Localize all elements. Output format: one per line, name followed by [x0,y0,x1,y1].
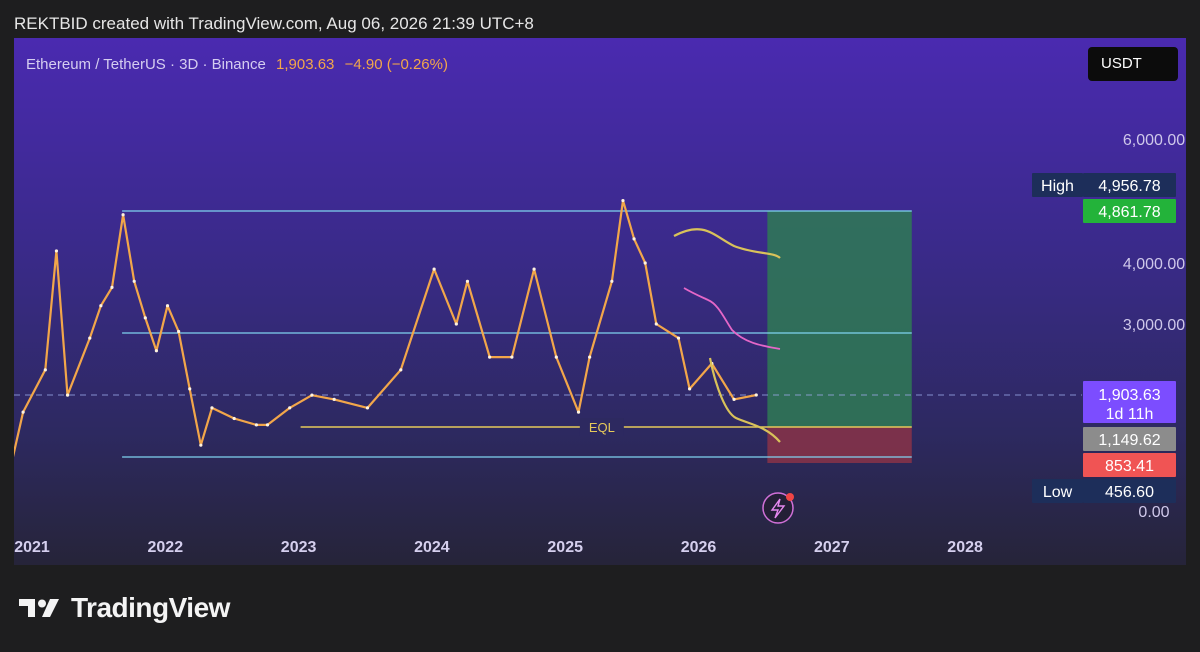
price-point [188,387,192,391]
price-point [465,279,470,283]
high-label-tag: High [1041,178,1074,195]
price-point [610,279,614,283]
price-point [54,249,59,253]
price-point [399,368,403,372]
price-point [754,393,758,397]
last-price: 1,903.63 [276,56,335,73]
symbol-header: Ethereum / TetherUS · 3D · Binance 1,903… [26,56,448,73]
price-point [177,329,181,334]
price-point [254,423,258,427]
price-change: −4.90 (−0.26%) [344,56,448,73]
chart-attribution: REKTBID created with TradingView.com, Au… [14,14,534,33]
price-point [143,316,147,320]
price-series[interactable] [14,199,757,462]
price-point [88,336,92,340]
price-point [654,322,658,326]
x-tick-label: 2028 [947,539,983,556]
x-tick-label: 2024 [414,539,450,556]
x-tick-label: 2023 [281,539,317,556]
last-price-tag-sub: 1d 11h [1106,406,1154,423]
y-tick-label: 4,000.00 [1123,256,1185,273]
price-point [165,304,170,308]
price-point [21,410,25,414]
x-tick-label: 2026 [681,539,717,556]
price-point [365,406,370,410]
price-point [210,406,214,410]
price-point [488,355,492,359]
price-point [65,393,70,397]
price-point [99,304,103,308]
tradingview-logo-icon [19,599,59,617]
y-tick-label: 6,000.00 [1123,132,1185,149]
x-tick-label: 2027 [814,539,850,556]
price-chart[interactable]: EQL 6,000.00 4,000.00 3,000.00 0.00 2021 2022 2… [14,38,1186,565]
low-label-tag: Low [1043,484,1073,501]
trend-curve-pink [683,287,781,350]
price-point [43,368,47,372]
price-point [588,355,592,359]
last-price-tag: 1,903.63 [1098,387,1160,404]
price-point [510,355,514,359]
price-point [576,410,581,414]
lightning-alert-icon[interactable] [762,492,794,524]
y-tick-label: 3,000.00 [1123,317,1185,334]
alert-notification-dot [786,493,794,501]
price-point [676,336,681,340]
low-value-tag: 456.60 [1105,484,1154,501]
price-point [632,237,636,241]
price-point [643,261,647,265]
entry-price-tag: 1,149.62 [1098,432,1160,449]
price-point [121,213,125,217]
y-tick-label: 0.00 [1138,504,1169,521]
price-point [154,349,159,353]
price-point [265,423,270,427]
trend-curve-upper [673,228,781,259]
price-point [454,322,458,326]
price-point [554,355,558,359]
brand-wordmark: TradingView [71,592,230,623]
tradingview-brand: TradingView [17,592,230,624]
eql-label: EQL [589,420,615,435]
high-value-tag: 4,956.78 [1098,178,1160,195]
price-point [310,393,314,397]
symbol-title: Ethereum / TetherUS · 3D · Binance [26,56,266,73]
chart-area[interactable]: EQL 6,000.00 4,000.00 3,000.00 0.00 2021 2022 2… [14,38,1186,565]
price-point [110,285,114,289]
price-point [432,267,436,271]
x-tick-label: 2025 [547,539,583,556]
price-point [621,198,625,203]
x-tick-label: 2022 [148,539,184,556]
target-price-tag: 4,861.78 [1098,204,1160,221]
price-point [532,267,536,271]
currency-button[interactable]: USDT [1088,47,1178,81]
stop-price-tag: 853.41 [1105,458,1154,475]
price-point [288,406,292,410]
price-point [688,387,692,391]
price-point [132,279,136,283]
price-point [232,416,236,421]
price-point [199,443,203,447]
price-point [732,397,736,401]
price-point [332,397,336,401]
x-tick-label: 2021 [14,539,50,556]
